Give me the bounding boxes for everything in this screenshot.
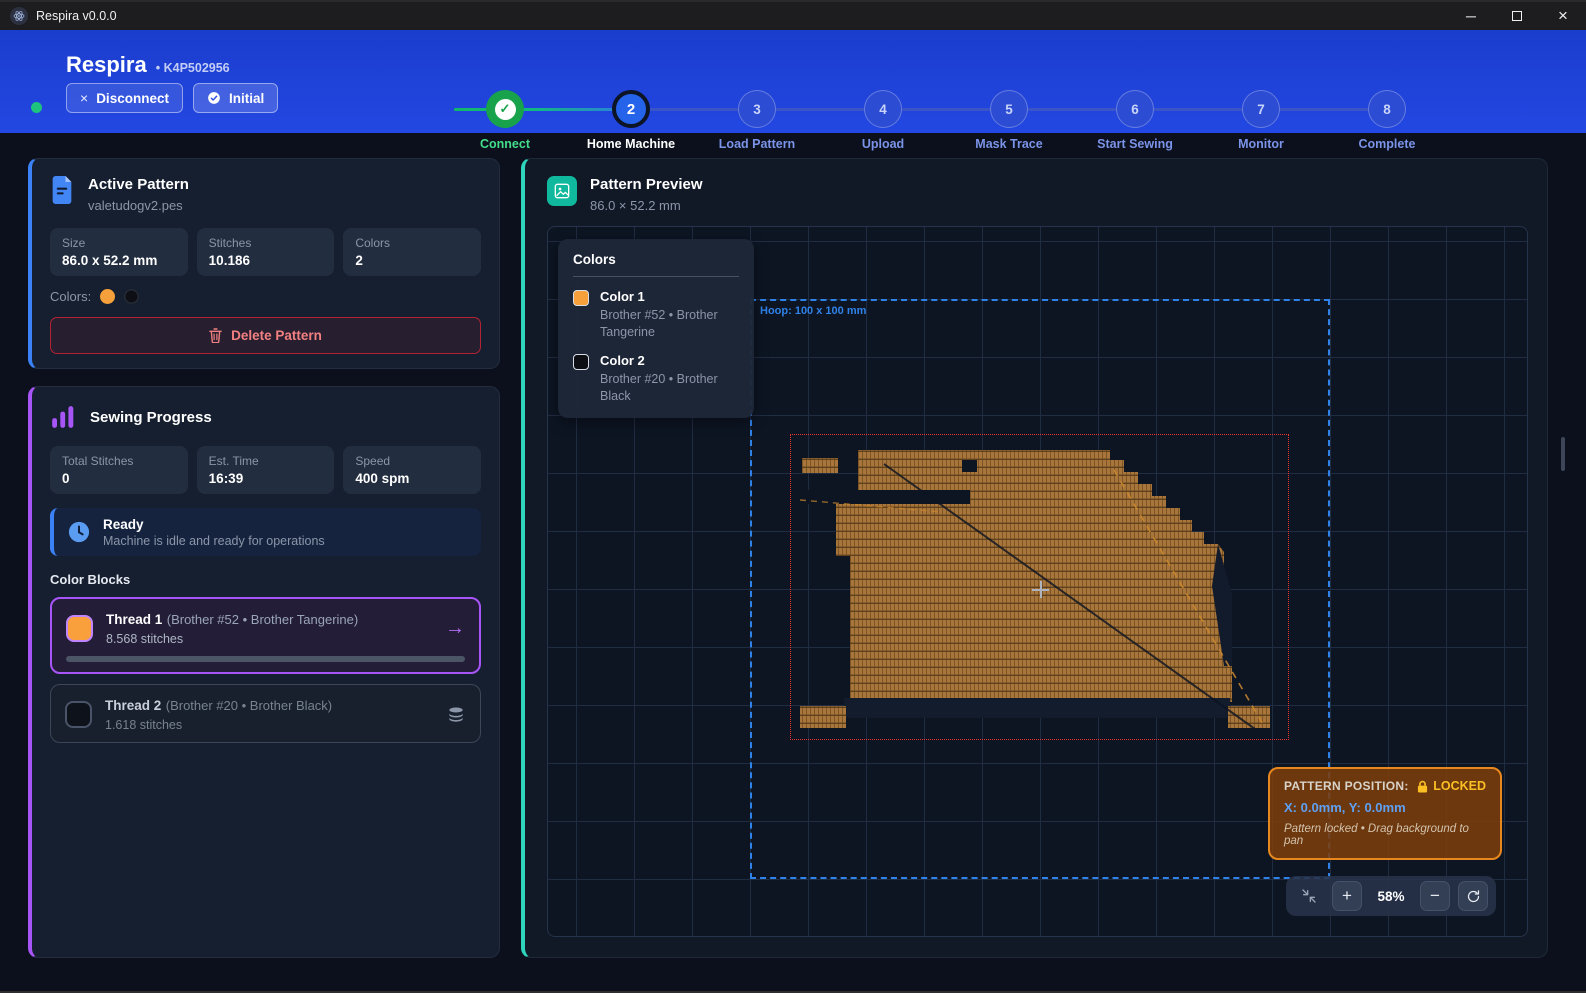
sewing-progress-title: Sewing Progress — [90, 409, 212, 426]
preview-canvas[interactable]: Hoop: 100 x 100 mm — [547, 226, 1528, 937]
color-blocks-heading: Color Blocks — [50, 572, 481, 587]
pattern-preview-panel: Pattern Preview 86.0 × 52.2 mm Hoop: 100… — [521, 158, 1548, 958]
fit-screen-icon — [1301, 888, 1317, 904]
initial-button[interactable]: Initial — [193, 83, 278, 113]
color-swatch-orange — [100, 289, 115, 304]
color-swatch-black — [124, 289, 139, 304]
scrollbar-thumb[interactable] — [1561, 437, 1565, 471]
reset-icon — [1466, 889, 1481, 904]
pattern-filename: valetudogv2.pes — [88, 198, 189, 213]
zoom-out-button[interactable]: − — [1420, 881, 1450, 911]
step-mask-trace[interactable]: 5 Mask Trace — [946, 60, 1072, 151]
zoom-controls: + 58% − — [1286, 876, 1496, 916]
stat-est-time: Est. Time 16:39 — [197, 446, 335, 494]
thread-1-progress — [66, 656, 465, 662]
stat-speed: Speed 400 spm — [343, 446, 481, 494]
machine-serial: • K4P502956 — [156, 61, 230, 75]
position-label: PATTERN POSITION: — [1284, 779, 1409, 793]
brand-title: Respira — [66, 52, 147, 78]
step-connect[interactable]: ✓ Connect — [442, 60, 568, 151]
stat-stitches: Stitches 10.186 — [197, 228, 335, 276]
app-header: Respira • K4P502956 × Disconnect Initial… — [0, 30, 1586, 133]
step-complete[interactable]: 8 Complete — [1324, 60, 1450, 151]
sewing-progress-card: Sewing Progress Total Stitches 0 Est. Ti… — [28, 386, 500, 958]
workflow-stepper: ✓ Connect 2 Home Machine 3 Load Pattern … — [442, 60, 1452, 130]
legend-swatch-black — [573, 354, 589, 370]
thread-2-swatch — [65, 701, 92, 728]
check-icon: ✓ — [495, 99, 516, 120]
colors-legend: Colors Color 1 Brother #52 • Brother Tan… — [558, 239, 754, 418]
step-start-sewing[interactable]: 6 Start Sewing — [1072, 60, 1198, 151]
legend-item-color2: Color 2 Brother #20 • Brother Black — [573, 353, 739, 405]
locked-badge: LOCKED — [1417, 779, 1486, 793]
arrow-right-icon: → — [445, 617, 465, 640]
thread-row-1[interactable]: Thread 1 (Brother #52 • Brother Tangerin… — [50, 597, 481, 674]
preview-title: Pattern Preview — [590, 176, 703, 193]
pattern-position-overlay: PATTERN POSITION: LOCKED X: 0.0mm, Y: 0.… — [1268, 767, 1502, 860]
thread-1-swatch — [66, 615, 93, 642]
image-icon — [547, 176, 577, 206]
canvas-crosshair — [1032, 581, 1049, 598]
position-hint: Pattern locked • Drag background to pan — [1284, 823, 1486, 847]
layers-icon — [446, 705, 466, 725]
trash-icon — [209, 328, 222, 343]
colors-label: Colors: — [50, 289, 91, 304]
maximize-button[interactable] — [1494, 2, 1540, 30]
window-title: Respira v0.0.0 — [36, 9, 117, 23]
status-title: Ready — [103, 517, 325, 532]
zoom-level: 58% — [1370, 889, 1412, 904]
connection-status-dot — [31, 102, 42, 113]
position-coordinates: X: 0.0mm, Y: 0.0mm — [1284, 800, 1486, 815]
active-pattern-title: Active Pattern — [88, 176, 189, 193]
check-circle-icon — [207, 91, 221, 105]
stat-total-stitches: Total Stitches 0 — [50, 446, 188, 494]
fit-screen-button[interactable] — [1294, 881, 1324, 911]
step-home-machine[interactable]: 2 Home Machine — [568, 60, 694, 151]
legend-item-color1: Color 1 Brother #52 • Brother Tangerine — [573, 289, 739, 341]
thread-row-2[interactable]: Thread 2 (Brother #20 • Brother Black) 1… — [50, 684, 481, 743]
app-icon — [10, 7, 28, 25]
step-load-pattern[interactable]: 3 Load Pattern — [694, 60, 820, 151]
stat-colors: Colors 2 — [343, 228, 481, 276]
legend-title: Colors — [573, 252, 739, 277]
close-button[interactable]: × — [1540, 2, 1586, 30]
disconnect-button[interactable]: × Disconnect — [66, 83, 183, 113]
step-monitor[interactable]: 7 Monitor — [1198, 60, 1324, 151]
titlebar: Respira v0.0.0 ─ × — [0, 0, 1586, 30]
reset-view-button[interactable] — [1458, 881, 1488, 911]
stat-size: Size 86.0 x 52.2 mm — [50, 228, 188, 276]
zoom-in-button[interactable]: + — [1332, 881, 1362, 911]
status-description: Machine is idle and ready for operations — [103, 534, 325, 548]
step-circle-done: ✓ — [486, 90, 524, 128]
minimize-button[interactable]: ─ — [1448, 2, 1494, 30]
legend-swatch-orange — [573, 290, 589, 306]
hoop-label: Hoop: 100 x 100 mm — [760, 305, 866, 317]
clock-icon — [68, 521, 90, 543]
maximize-icon — [1512, 11, 1522, 21]
step-upload[interactable]: 4 Upload — [820, 60, 946, 151]
lock-icon — [1417, 780, 1428, 793]
preview-dimensions: 86.0 × 52.2 mm — [590, 198, 703, 213]
delete-pattern-button[interactable]: Delete Pattern — [50, 317, 481, 354]
active-pattern-card: Active Pattern valetudogv2.pes Size 86.0… — [28, 158, 500, 369]
machine-status-box: Ready Machine is idle and ready for oper… — [50, 508, 481, 556]
chart-bars-icon — [50, 404, 76, 430]
close-x-icon: × — [80, 90, 88, 106]
file-icon — [50, 176, 74, 204]
